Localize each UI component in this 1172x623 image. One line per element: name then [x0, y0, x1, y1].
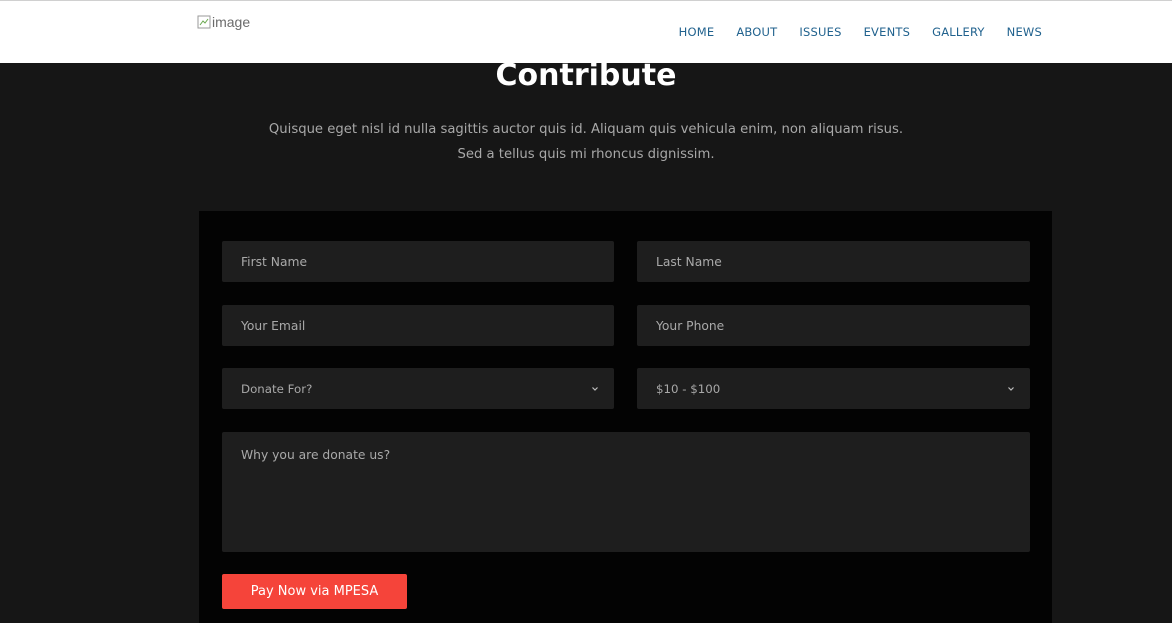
- subtitle-line-2: Sed a tellus quis mi rhoncus dignissim.: [457, 147, 715, 162]
- main-nav: HOME ABOUT ISSUES EVENTS GALLERY NEWS: [679, 25, 1042, 39]
- email-field[interactable]: Your Email: [222, 305, 614, 346]
- nav-events[interactable]: EVENTS: [864, 25, 911, 39]
- chevron-down-icon: [1006, 383, 1016, 393]
- top-navbar: image HOME ABOUT ISSUES EVENTS GALLERY N…: [0, 0, 1172, 63]
- site-logo[interactable]: image: [197, 14, 250, 30]
- contribute-form: First Name Last Name Your Email Your Pho…: [199, 211, 1052, 623]
- first-name-field[interactable]: First Name: [222, 241, 614, 282]
- first-name-placeholder: First Name: [241, 254, 308, 269]
- broken-image-icon: [197, 15, 211, 29]
- nav-about[interactable]: ABOUT: [736, 25, 777, 39]
- email-placeholder: Your Email: [241, 318, 306, 333]
- amount-select[interactable]: $10 - $100: [637, 368, 1030, 409]
- subtitle-line-1: Quisque eget nisl id nulla sagittis auct…: [268, 122, 904, 137]
- last-name-field[interactable]: Last Name: [637, 241, 1030, 282]
- pay-now-button[interactable]: Pay Now via MPESA: [222, 574, 407, 609]
- donate-for-value: Donate For?: [241, 381, 313, 396]
- message-textarea[interactable]: Why you are donate us?: [222, 432, 1030, 552]
- page-title: Contribute: [495, 58, 677, 93]
- phone-field[interactable]: Your Phone: [637, 305, 1030, 346]
- nav-issues[interactable]: ISSUES: [799, 25, 841, 39]
- last-name-placeholder: Last Name: [656, 254, 722, 269]
- phone-placeholder: Your Phone: [656, 318, 725, 333]
- nav-news[interactable]: NEWS: [1007, 25, 1042, 39]
- donate-for-select[interactable]: Donate For?: [222, 368, 614, 409]
- logo-alt-text: image: [212, 14, 251, 30]
- chevron-down-icon: [590, 383, 600, 393]
- nav-gallery[interactable]: GALLERY: [932, 25, 985, 39]
- nav-home[interactable]: HOME: [679, 25, 715, 39]
- amount-value: $10 - $100: [656, 381, 721, 396]
- message-placeholder: Why you are donate us?: [241, 448, 391, 462]
- page-subtitle: Quisque eget nisl id nulla sagittis auct…: [0, 117, 1172, 167]
